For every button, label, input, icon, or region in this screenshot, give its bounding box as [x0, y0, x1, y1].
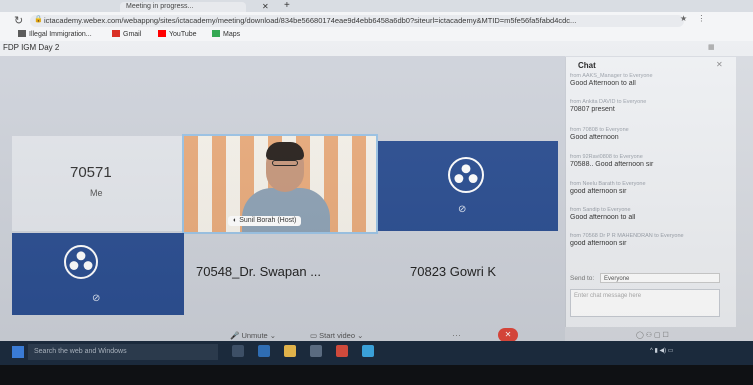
screen: Meeting in progress... ✕ + ↻ ictacademy.… [0, 0, 753, 385]
new-tab-button[interactable]: + [284, 1, 290, 11]
chat-text: 70588.. Good afternoon sir [570, 161, 654, 168]
chat-text: good afternoon sir [570, 240, 627, 247]
unmute-button[interactable]: 🎤 Unmute ⌄ [230, 331, 276, 340]
file-explorer-icon[interactable] [284, 345, 296, 357]
close-chat-icon[interactable]: ✕ [716, 60, 723, 69]
host-person-body [242, 188, 330, 232]
chat-title: Chat [578, 61, 596, 70]
chat-panel: Chat ✕ from AAKS_Manager to Everyone Goo… [565, 57, 736, 327]
webex-taskbar-icon[interactable] [362, 345, 374, 357]
store-icon[interactable] [310, 345, 322, 357]
address-bar[interactable]: ictacademy.webex.com/webappng/sites/icta… [30, 15, 684, 27]
bookmark-label: Illegal Immigration... [29, 31, 92, 38]
chat-text: Good afternoon to all [570, 214, 636, 221]
taskbar-search-box[interactable]: Search the web and Windows [28, 344, 218, 360]
close-tab-icon[interactable]: ✕ [262, 2, 269, 12]
self-video-tile[interactable]: 70571 Me [12, 136, 182, 231]
bookmark-illegal-immigration[interactable]: Illegal Immigration... [18, 30, 92, 40]
tab-label: Meeting in progress... [126, 3, 194, 10]
chat-text: good afternoon sir [570, 188, 627, 195]
chat-text: Good Afternoon to all [570, 80, 636, 87]
self-id: 70571 [70, 164, 112, 181]
chat-message: from 70808 to Everyone Good afternoon [570, 127, 728, 141]
chat-sender: from Neelu Barath to Everyone [570, 181, 646, 187]
host-name: Sunil Borah (Host) [239, 217, 297, 224]
send-to-select[interactable]: Everyone [600, 273, 720, 283]
start-video-label: Start video [319, 331, 356, 340]
chat-input-placeholder: Enter chat message here [574, 293, 642, 299]
bookmarks-bar: Illegal Immigration... Gmail YouTube Map… [0, 29, 753, 41]
chat-message: from 92Ravi0808 to Everyone 70588.. Good… [570, 154, 728, 168]
video-stage: 70571 Me ◐ Sunil Borah (Host) ⊘ ⊘ 70548_… [0, 56, 565, 342]
bookmark-gmail[interactable]: Gmail [112, 30, 141, 40]
edge-browser-icon[interactable] [258, 345, 270, 357]
host-name-tag: ◐ Sunil Borah (Host) [228, 216, 302, 226]
self-label: Me [90, 188, 103, 198]
video-icon: ▭ [310, 331, 320, 340]
participants-chat-toggle-icons[interactable]: ◯ ⚇ ▢ ☐ [636, 331, 669, 339]
mic-off-icon: 🎤 [230, 331, 242, 340]
bookmark-youtube[interactable]: YouTube [158, 30, 197, 40]
obs-logo-icon [64, 245, 98, 279]
chat-sender: from 92Ravi0808 to Everyone [570, 154, 643, 160]
chat-sender: from 70568 Dr P R MAHENDRAN to Everyone [570, 233, 684, 239]
meeting-title: FDP IGM Day 2 [3, 43, 60, 52]
task-view-icon[interactable] [232, 345, 244, 357]
participant-video-tile-obs[interactable]: ⊘ [378, 141, 558, 231]
host-video-tile[interactable]: ◐ Sunil Borah (Host) [182, 134, 378, 234]
camera-off-icon: ⊘ [458, 204, 467, 215]
chat-sender: from 70808 to Everyone [570, 127, 629, 133]
camera-off-icon: ⊘ [92, 293, 101, 304]
youtube-icon [158, 30, 166, 37]
reload-icon[interactable]: ↻ [14, 14, 23, 27]
windows-start-icon[interactable] [12, 346, 24, 358]
bookmark-label: Maps [223, 31, 241, 38]
chat-text: 70807 present [570, 106, 615, 113]
chat-message: from Sandip to Everyone Good afternoon t… [570, 207, 728, 221]
monitor-bezel [0, 365, 753, 385]
browser-extension-icons[interactable]: ★ ⋮ [680, 14, 709, 23]
gmail-icon [112, 30, 120, 37]
bookmark-label: Gmail [123, 31, 142, 38]
chat-text: Good afternoon [570, 134, 619, 141]
chat-sender: from AAKS_Manager to Everyone [570, 73, 653, 79]
send-to-label: Send to: [570, 275, 595, 282]
more-options-icon[interactable]: ··· [452, 330, 461, 340]
obs-logo-icon [448, 157, 484, 193]
unmute-label: Unmute [241, 331, 268, 340]
start-video-button[interactable]: ▭ Start video ⌄ [310, 331, 363, 340]
host-person-glasses [272, 160, 298, 166]
chat-message: from Ankita DAVID to Everyone 70807 pres… [570, 99, 728, 113]
participant-name-gowri: 70823 Gowri K [410, 264, 496, 279]
taskbar-search-placeholder: Search the web and Windows [34, 348, 127, 355]
address-row: ↻ ictacademy.webex.com/webappng/sites/ic… [0, 12, 753, 29]
host-person-hair [266, 142, 304, 160]
app-icon[interactable] [336, 345, 348, 357]
bookmark-maps[interactable]: Maps [212, 30, 240, 40]
browser-tab[interactable]: Meeting in progress... [120, 2, 246, 12]
maps-icon [212, 30, 220, 37]
url-text: ictacademy.webex.com/webappng/sites/icta… [44, 16, 577, 25]
lock-icon: 🔒 [34, 16, 43, 23]
chat-input[interactable]: Enter chat message here [570, 289, 720, 317]
layout-icon[interactable]: ▦ [708, 43, 715, 51]
system-tray[interactable]: ^ ▮ ◀) ▭ [650, 347, 673, 354]
chat-message: from Neelu Barath to Everyone good after… [570, 181, 728, 195]
browser-tab-bar: Meeting in progress... ✕ + [0, 0, 753, 12]
end-meeting-button[interactable]: ✕ [498, 328, 518, 342]
meeting-header: FDP IGM Day 2 ▦ [0, 41, 753, 56]
bookmark-label: YouTube [169, 31, 197, 38]
chat-message: from 70568 Dr P R MAHENDRAN to Everyone … [570, 233, 728, 247]
windows-taskbar: Search the web and Windows ^ ▮ ◀) ▭ [0, 341, 753, 365]
participant-video-tile-obs-2[interactable]: ⊘ [12, 233, 184, 315]
bookmark-icon [18, 30, 26, 37]
participant-name-swapan: 70548_Dr. Swapan ... [196, 264, 322, 279]
chat-message: from AAKS_Manager to Everyone Good After… [570, 73, 728, 87]
chat-sender: from Ankita DAVID to Everyone [570, 99, 647, 105]
chat-sender: from Sandip to Everyone [570, 207, 631, 213]
